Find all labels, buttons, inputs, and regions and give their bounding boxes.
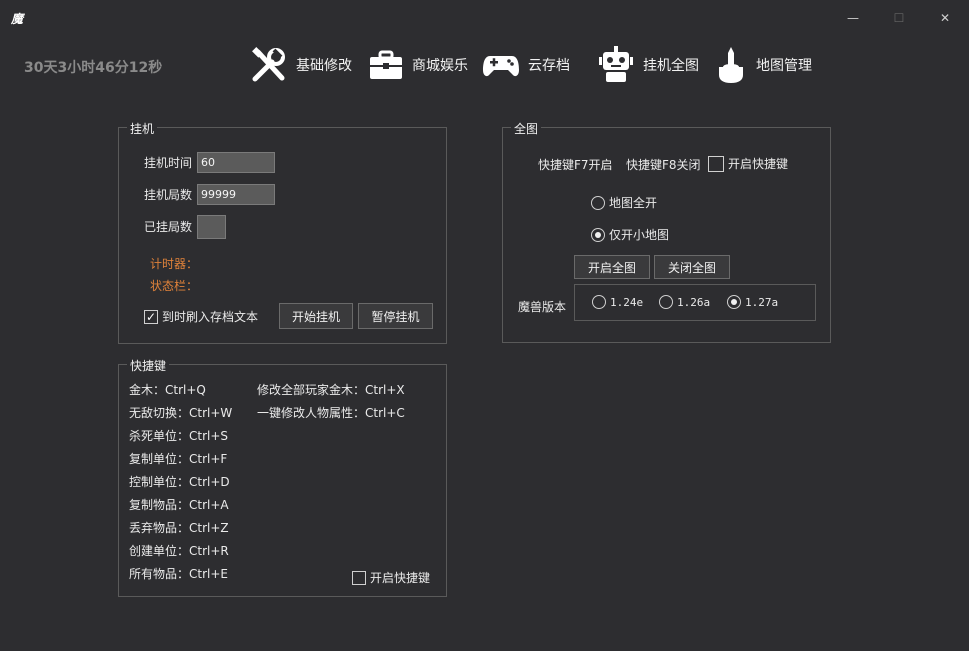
uptime-timer: 30天3小时46分12秒: [24, 60, 163, 76]
nav-cloud-save[interactable]: 云存档: [482, 44, 570, 86]
close-fullmap-button[interactable]: 关闭全图: [654, 255, 730, 279]
checkbox-box[interactable]: [352, 570, 366, 585]
afk-rounds-input[interactable]: [197, 184, 275, 205]
afk-done-value: [197, 215, 226, 239]
nav-shop-entertainment[interactable]: 商城娱乐: [368, 44, 468, 86]
afk-time-label: 挂机时间: [144, 156, 193, 170]
minimize-button[interactable]: —: [838, 6, 868, 30]
version-label: 1.27a: [745, 295, 779, 309]
hotkey-item: 复制物品：Ctrl+A: [129, 498, 229, 512]
hotkey-item: 一键修改人物属性：Ctrl+C: [257, 406, 405, 420]
hotkey-item: 复制单位：Ctrl+F: [129, 452, 228, 466]
nav-basic-modify[interactable]: 基础修改: [250, 44, 352, 86]
afk-rounds-label: 挂机局数: [144, 188, 193, 202]
nav-label: 基础修改: [296, 58, 352, 74]
fullmap-group: 全图 快捷键F7开启 快捷键F8关闭 开启快捷键 地图全开 仅开小地图 开启全图…: [502, 120, 831, 343]
nav-label: 云存档: [528, 58, 570, 74]
nav-label: 地图管理: [756, 58, 812, 74]
hotkey-item: 控制单位：Ctrl+D: [129, 475, 230, 489]
close-button[interactable]: ✕: [930, 6, 960, 30]
nav-label: 商城娱乐: [412, 58, 468, 74]
maximize-button[interactable]: ☐: [884, 6, 914, 30]
tools-icon: [250, 46, 288, 84]
afk-time-input[interactable]: [197, 152, 275, 173]
radio-circle[interactable]: [659, 295, 673, 309]
hotkey-item: 创建单位：Ctrl+R: [129, 544, 229, 558]
radio-version-127a[interactable]: 1.27a: [727, 295, 778, 309]
checkbox-box[interactable]: [708, 155, 724, 172]
hotkeys-group: 快捷键 金木：Ctrl+Q 无敌切换：Ctrl+W 杀死单位：Ctrl+S 复制单位：…: [118, 357, 447, 597]
radio-circle[interactable]: [727, 295, 741, 309]
start-afk-button[interactable]: 开始挂机: [279, 303, 353, 329]
radio-map-all[interactable]: 地图全开: [591, 194, 657, 211]
version-radio-box: 1.24e 1.26a 1.27a: [574, 284, 816, 321]
radio-minimap-only[interactable]: 仅开小地图: [591, 226, 669, 243]
save-text-label: 到时刷入存档文本: [162, 310, 259, 324]
hotkeys-enable-label: 开启快捷键: [370, 571, 431, 585]
robot-icon: [597, 45, 635, 85]
hotkey-item: 丢弃物品：Ctrl+Z: [129, 521, 229, 535]
version-label: 1.26a: [677, 295, 711, 309]
radio-circle[interactable]: [591, 227, 605, 242]
fullmap-group-title: 全图: [511, 120, 542, 137]
pause-afk-button[interactable]: 暂停挂机: [358, 303, 433, 329]
radio-map-all-label: 地图全开: [609, 196, 658, 210]
timer-label: 计时器：: [150, 257, 199, 271]
checkbox-box[interactable]: ✓: [144, 309, 158, 324]
afk-group: 挂机 挂机时间 挂机局数 已挂局数 计时器： 状态栏： ✓ 到时刷入存档文本 开…: [118, 120, 447, 344]
gamepad-icon: [482, 46, 520, 84]
nav-map-manage[interactable]: 地图管理: [714, 44, 812, 86]
brush-icon: [714, 45, 748, 85]
fullmap-hotkey-label: 开启快捷键: [728, 157, 789, 171]
radio-version-124e[interactable]: 1.24e: [592, 295, 643, 309]
hotkey-item: 杀死单位：Ctrl+S: [129, 429, 229, 443]
save-text-checkbox[interactable]: ✓ 到时刷入存档文本: [144, 308, 258, 325]
hotkey-item: 修改全部玩家金木：Ctrl+X: [257, 383, 405, 397]
nav-afk-fullmap[interactable]: 挂机全图: [597, 44, 699, 86]
version-label: 1.24e: [610, 295, 644, 309]
f7-hotkey-label: 快捷键F7开启: [538, 158, 613, 172]
hotkey-item: 所有物品：Ctrl+E: [129, 567, 228, 581]
app-icon: 魔: [11, 12, 24, 26]
hotkeys-enable-checkbox[interactable]: 开启快捷键: [352, 569, 430, 586]
hotkeys-group-title: 快捷键: [127, 357, 170, 374]
afk-group-title: 挂机: [127, 120, 158, 137]
radio-circle[interactable]: [592, 295, 606, 309]
fullmap-hotkey-checkbox[interactable]: 开启快捷键: [708, 155, 788, 172]
hotkey-item: 金木：Ctrl+Q: [129, 383, 206, 397]
status-bar-label: 状态栏：: [150, 279, 199, 293]
wc3-version-label: 魔兽版本: [518, 300, 567, 314]
radio-version-126a[interactable]: 1.26a: [659, 295, 710, 309]
toolbox-icon: [368, 46, 404, 84]
afk-done-label: 已挂局数: [144, 220, 193, 234]
radio-minimap-label: 仅开小地图: [609, 228, 670, 242]
nav-label: 挂机全图: [643, 58, 699, 74]
open-fullmap-button[interactable]: 开启全图: [574, 255, 650, 279]
radio-circle[interactable]: [591, 195, 605, 210]
hotkey-item: 无敌切换：Ctrl+W: [129, 406, 233, 420]
f8-hotkey-label: 快捷键F8关闭: [626, 158, 701, 172]
